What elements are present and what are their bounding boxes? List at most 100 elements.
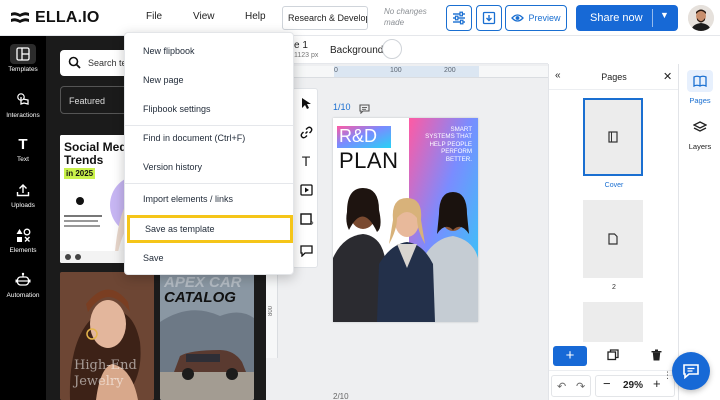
undo-icon[interactable]: ↶ [557, 380, 566, 393]
page-counter: 1/10 [333, 102, 351, 112]
chevron-down-icon[interactable]: ▼ [660, 10, 669, 20]
menu-item-new-flipbook[interactable]: New flipbook [125, 37, 293, 65]
save-status: No changes made [384, 7, 427, 27]
menu-item-save-as-template[interactable]: Save as template [127, 215, 293, 243]
menu-item-version-history[interactable]: Version history [125, 153, 293, 181]
document-title-field[interactable]: Research & Development [282, 6, 368, 30]
menu-item-new-page[interactable]: New page [125, 66, 293, 94]
zoom-level[interactable]: 29% [623, 380, 643, 391]
menu-view[interactable]: View [193, 11, 215, 22]
page-name-field[interactable]: e 1 [294, 40, 308, 51]
download-button[interactable] [476, 5, 502, 31]
rail-label: Interactions [6, 112, 40, 119]
rail-item-elements[interactable]: Elements [0, 225, 46, 254]
redo-icon[interactable]: ↷ [576, 380, 585, 393]
rail-item-interactions[interactable]: Interactions [0, 90, 46, 119]
card-year-badge: in 2025 [64, 168, 96, 179]
menu-separator [125, 183, 293, 184]
canvas-toolbar: e 1 1123 px Background [266, 36, 548, 64]
right-rail-label: Pages [689, 96, 711, 105]
trash-icon[interactable] [651, 348, 662, 366]
template-card-jewelry[interactable]: High-End Jewelry [60, 272, 154, 400]
file-menu-dropdown: New flipbook New page Flipbook settings … [124, 32, 294, 275]
plus-icon: + [565, 347, 575, 364]
rail-item-automation[interactable]: Automation [0, 270, 46, 299]
chevron-right-icon[interactable]: › [311, 218, 314, 227]
link-tool[interactable] [293, 118, 319, 146]
menu-file[interactable]: File [146, 11, 162, 22]
share-divider [652, 9, 653, 27]
app-logo[interactable]: ELLA.IO [10, 9, 100, 27]
canvas-page-1[interactable]: R&D PLAN SMART SYSTEMS THAT HELP PEOPLE … [333, 118, 478, 322]
rail-item-uploads[interactable]: Uploads [0, 180, 46, 209]
menu-item-import-elements[interactable]: Import elements / links [125, 185, 293, 213]
shape-tool[interactable] [293, 205, 319, 233]
left-rail: Templates Interactions T Text Uploads El… [0, 36, 46, 400]
tagline-line: SYSTEMS THAT [425, 133, 472, 141]
rail-item-templates[interactable]: Templates [0, 44, 46, 73]
menu-item-flipbook-settings[interactable]: Flipbook settings [125, 95, 293, 123]
canvas-tools: T [292, 88, 318, 268]
page-title-line1[interactable]: R&D [339, 126, 377, 146]
chat-icon [683, 364, 699, 379]
comment-tool[interactable] [293, 237, 319, 265]
rail-label: Elements [9, 247, 37, 254]
select-tool[interactable] [293, 89, 319, 117]
logo-icon [11, 12, 29, 23]
zoom-out-icon[interactable]: − [603, 376, 611, 391]
tagline-line: SMART [450, 126, 472, 133]
menu-help[interactable]: Help [245, 11, 266, 22]
rail-label: Uploads [11, 202, 35, 209]
search-icon [68, 56, 81, 69]
text-tool[interactable]: T [293, 147, 319, 175]
right-rail: Pages Layers [678, 64, 720, 400]
tagline-line: HELP PEOPLE [429, 140, 472, 148]
tap-icon [0, 90, 46, 110]
cursor-icon [301, 97, 311, 109]
page-thumbnail-2[interactable] [583, 200, 643, 278]
card-title-line2: Trends [64, 153, 104, 167]
duplicate-page-icon[interactable] [607, 348, 619, 366]
page-thumbnail-3[interactable] [583, 302, 643, 342]
top-bar: ELLA.IO File View Help Research & Develo… [0, 0, 720, 36]
eye-icon [511, 14, 525, 22]
close-icon[interactable]: ✕ [663, 70, 672, 83]
right-rail-layers[interactable]: Layers [679, 116, 720, 151]
text-icon: T [301, 153, 311, 169]
history-controls: ↶ ↷ [551, 375, 591, 397]
page-counter-next: 2/10 [333, 392, 349, 400]
card-title-line2: CATALOG [164, 289, 236, 306]
background-color-swatch[interactable] [382, 39, 402, 59]
page-tagline[interactable]: SMART SYSTEMS THAT HELP PEOPLE PERFORM B… [425, 126, 472, 163]
video-icon [299, 184, 313, 196]
media-tool[interactable] [293, 176, 319, 204]
rail-item-text[interactable]: T Text [0, 134, 46, 164]
pages-actions: + [549, 342, 679, 370]
share-label: Share now [590, 12, 643, 24]
shapes-icon [0, 225, 46, 245]
page-thumbnail-label: Cover [604, 182, 624, 189]
horizontal-ruler: 0 100 200 [284, 66, 548, 78]
pages-panel: « Pages ✕ Cover 2 + ↶ ↷ − 29% + [548, 64, 679, 400]
book-icon [687, 70, 713, 92]
settings-sliders-button[interactable] [446, 5, 472, 31]
template-card-car-catalog[interactable]: APEX CAR CATALOG [160, 272, 254, 400]
page-title-line2[interactable]: PLAN [339, 149, 398, 173]
zoom-controls: ↶ ↷ − 29% + [549, 370, 679, 400]
page-thumbnail-label: 2 [612, 284, 616, 291]
link-icon [300, 126, 312, 138]
ruler-page-range [334, 66, 479, 77]
card-title-line1: High-End [74, 358, 137, 373]
page-thumbnail-cover[interactable] [583, 98, 643, 176]
comment-icon[interactable] [359, 101, 370, 119]
share-now-button[interactable]: Share now ▼ [576, 5, 678, 31]
preview-button[interactable]: Preview [505, 5, 567, 31]
add-page-button[interactable]: + [553, 346, 587, 366]
user-avatar[interactable] [688, 5, 714, 31]
text-icon: T [18, 135, 28, 153]
menu-item-save[interactable]: Save [125, 244, 293, 272]
menu-item-find-in-document[interactable]: Find in document (Ctrl+F) [125, 124, 293, 152]
right-rail-pages[interactable]: Pages [679, 70, 720, 105]
zoom-in-icon[interactable]: + [653, 376, 661, 391]
support-chat-button[interactable] [672, 352, 710, 390]
